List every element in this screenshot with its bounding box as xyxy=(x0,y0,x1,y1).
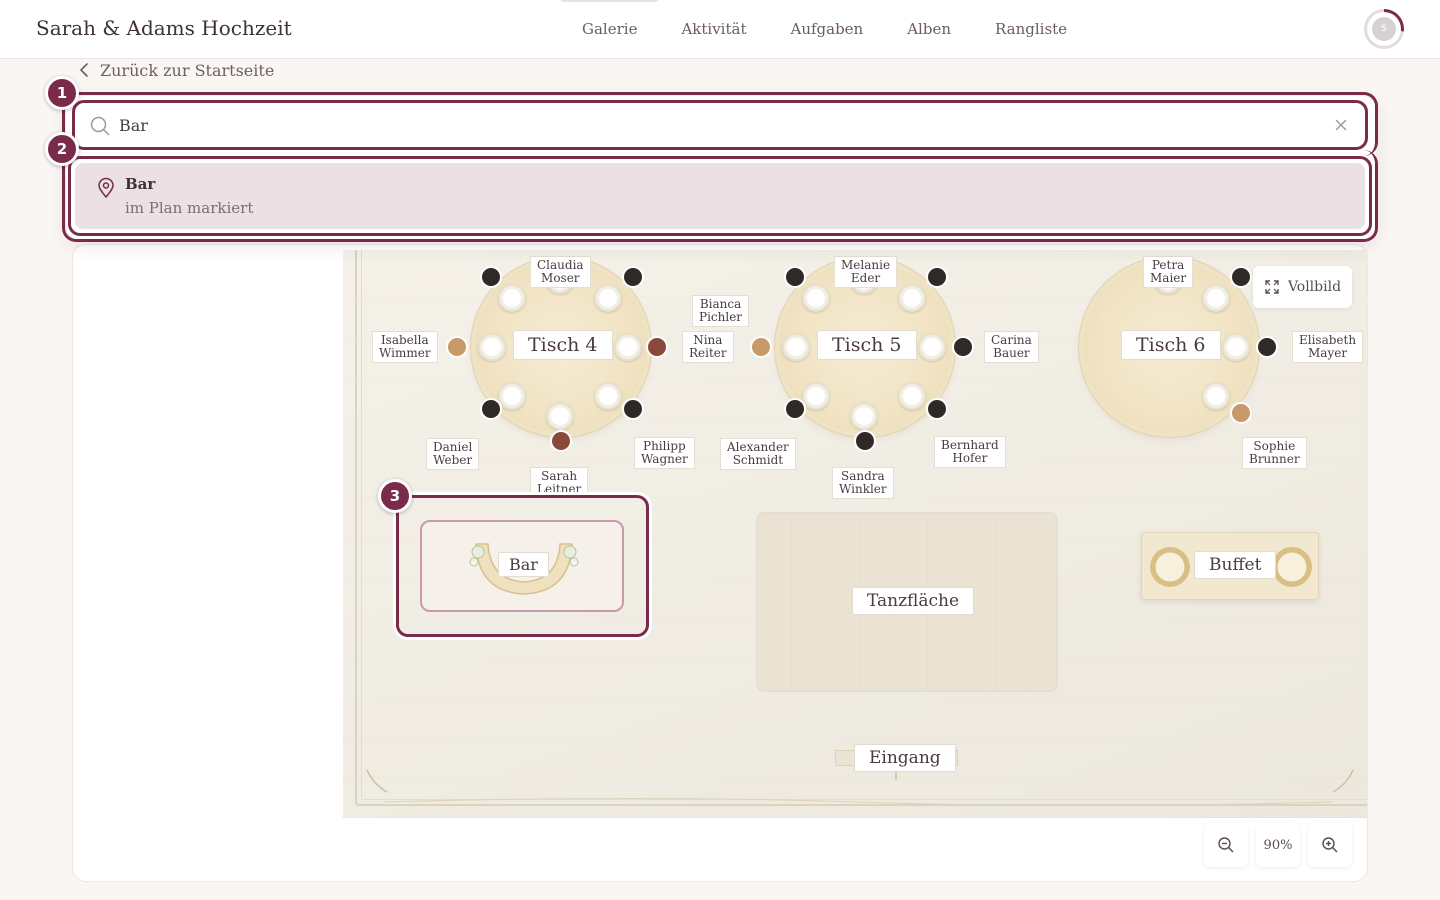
plate xyxy=(614,333,642,361)
guest-seat xyxy=(954,338,972,356)
plate xyxy=(1222,333,1250,361)
guest-seat xyxy=(624,400,642,418)
guest-seat xyxy=(856,432,874,450)
nav-aufgaben[interactable]: Aufgaben xyxy=(768,0,885,59)
expand-icon xyxy=(1265,280,1279,294)
fullscreen-label: Vollbild xyxy=(1287,279,1342,295)
guest-name-tag[interactable]: Sarah Leitner xyxy=(530,467,589,493)
guest-name-tag[interactable]: Elisabeth Mayer xyxy=(1292,331,1364,363)
suggestion-title: Bar xyxy=(125,175,156,193)
buffet-bowl xyxy=(1272,547,1312,587)
search-icon xyxy=(90,116,110,136)
plate xyxy=(478,333,506,361)
main-nav: Galerie Aktivität Aufgaben Alben Ranglis… xyxy=(560,0,1089,59)
plate xyxy=(850,402,878,430)
plate xyxy=(782,333,810,361)
search-suggestion[interactable]: Bar im Plan markiert xyxy=(68,156,1372,236)
search-box[interactable] xyxy=(72,100,1368,150)
guest-seat xyxy=(752,338,770,356)
buffet-label: Buffet xyxy=(1194,551,1277,579)
step-badge-1: 1 xyxy=(45,76,79,110)
guest-name-tag[interactable]: Petra Maier xyxy=(1143,256,1194,288)
guest-name-tag[interactable]: Melanie Eder xyxy=(834,256,898,288)
zoom-out-icon xyxy=(1218,837,1234,853)
plate xyxy=(498,284,526,312)
guest-name-tag[interactable]: Daniel Weber xyxy=(426,438,480,470)
zoom-level: 90% xyxy=(1256,823,1300,867)
plate xyxy=(594,284,622,312)
guest-seat xyxy=(1258,338,1276,356)
guest-name-tag[interactable]: Philipp Wagner xyxy=(634,437,695,469)
back-link[interactable]: Zurück zur Startseite xyxy=(78,58,274,82)
guest-seat xyxy=(624,268,642,286)
chevron-left-icon xyxy=(80,63,88,77)
suggestion-item[interactable]: Bar im Plan markiert xyxy=(75,163,1365,229)
map-pin-icon xyxy=(98,177,114,199)
guest-name-tag[interactable]: Claudia Moser xyxy=(530,256,591,288)
plate xyxy=(898,284,926,312)
plate xyxy=(1202,284,1230,312)
guest-seat xyxy=(482,268,500,286)
table-5-label: Tisch 5 xyxy=(817,330,917,360)
guest-name-tag[interactable]: Bianca Pichler xyxy=(692,295,750,327)
plate xyxy=(594,382,622,410)
user-avatar-button[interactable]: S xyxy=(1364,9,1404,49)
avatar: S xyxy=(1367,12,1401,46)
back-link-label: Zurück zur Startseite xyxy=(100,60,275,80)
guest-seat xyxy=(786,400,804,418)
buffet-bowl xyxy=(1150,547,1190,587)
nav-aktivitaet[interactable]: Aktivität xyxy=(659,0,768,59)
guest-name-tag[interactable]: Carina Bauer xyxy=(984,331,1039,363)
guest-seat xyxy=(928,268,946,286)
guest-seat xyxy=(552,432,570,450)
bar-label: Bar xyxy=(498,552,549,577)
guest-name-tag[interactable]: Nina Reiter xyxy=(682,331,734,363)
search-input[interactable] xyxy=(119,112,1299,138)
guest-name-tag[interactable]: Sandra Winkler xyxy=(832,467,894,499)
plate xyxy=(546,402,574,430)
guest-name-tag[interactable]: Sophie Brunner xyxy=(1242,437,1307,469)
plate xyxy=(1202,382,1230,410)
guest-name-tag[interactable]: Bernhard Hofer xyxy=(934,436,1006,468)
guest-seat xyxy=(1232,268,1250,286)
plate xyxy=(802,382,830,410)
plate xyxy=(918,333,946,361)
zoom-in-icon xyxy=(1322,837,1338,853)
step-badge-2: 2 xyxy=(45,132,79,166)
close-icon[interactable] xyxy=(1333,117,1349,133)
app-brand[interactable]: Sarah & Adams Hochzeit xyxy=(36,16,292,40)
plate xyxy=(898,382,926,410)
nav-galerie[interactable]: Galerie xyxy=(560,0,660,59)
nav-rangliste[interactable]: Rangliste xyxy=(973,0,1089,59)
suggestion-subtitle: im Plan markiert xyxy=(125,199,254,217)
fullscreen-button[interactable]: Vollbild xyxy=(1253,266,1352,308)
avatar-initial: S xyxy=(1372,17,1396,41)
guest-name-tag[interactable]: Isabella Wimmer xyxy=(372,331,438,363)
guest-seat xyxy=(928,400,946,418)
plate xyxy=(498,382,526,410)
plate xyxy=(802,284,830,312)
entrance-label: Eingang xyxy=(854,744,956,772)
guest-seat xyxy=(648,338,666,356)
guest-seat xyxy=(786,268,804,286)
zoom-in-button[interactable] xyxy=(1308,823,1352,867)
table-6-label: Tisch 6 xyxy=(1121,330,1221,360)
step-badge-3: 3 xyxy=(378,479,412,513)
guest-seat xyxy=(1232,404,1250,422)
guest-seat xyxy=(448,338,466,356)
guest-seat xyxy=(482,400,500,418)
nav-alben[interactable]: Alben xyxy=(885,0,973,59)
table-4-label: Tisch 4 xyxy=(513,330,613,360)
dance-floor-label: Tanzfläche xyxy=(852,587,975,615)
zoom-out-button[interactable] xyxy=(1204,823,1248,867)
top-header: Sarah & Adams Hochzeit Galerie Aktivität… xyxy=(0,0,1440,59)
guest-name-tag[interactable]: Alexander Schmidt xyxy=(720,438,796,470)
